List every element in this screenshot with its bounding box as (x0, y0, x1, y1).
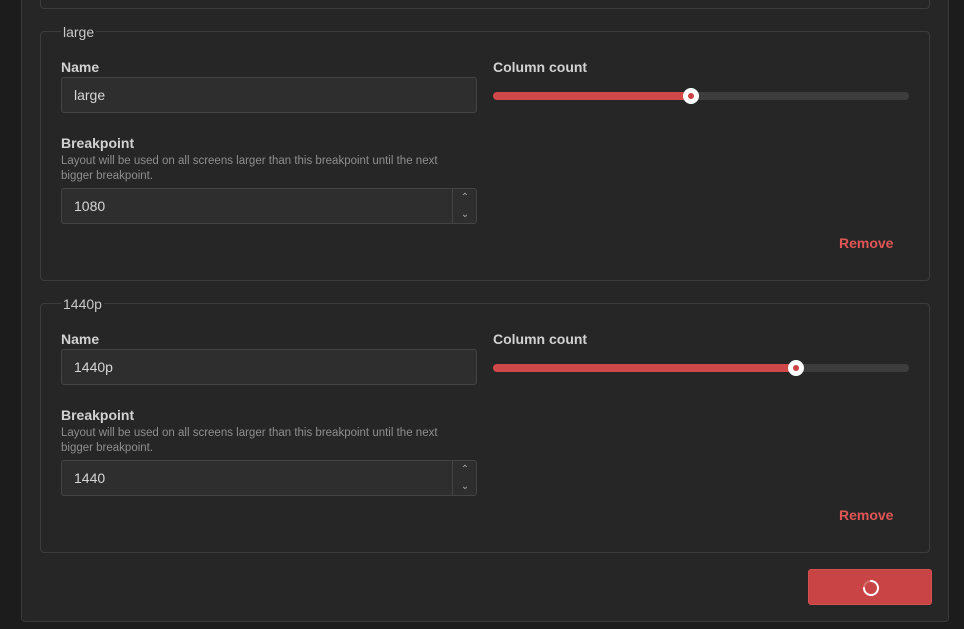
breakpoint-value: 1440 (74, 470, 106, 486)
remove-button[interactable]: Remove (839, 507, 893, 523)
previous-breakpoint-group (40, 0, 930, 9)
number-spinner: ⌃ ⌄ (452, 189, 476, 223)
name-label: Name (61, 331, 100, 347)
chevron-down-icon[interactable]: ⌄ (453, 478, 477, 495)
breakpoint-input[interactable]: 1440 ⌃ ⌄ (61, 460, 477, 496)
group-legend: large (61, 23, 97, 41)
chevron-down-icon[interactable]: ⌄ (453, 206, 477, 223)
column-count-slider[interactable] (493, 88, 909, 104)
breakpoint-group-1440p: 1440p Name 1440p Column count Breakpoint… (40, 295, 930, 553)
breakpoint-label: Breakpoint (61, 407, 135, 423)
breakpoint-value: 1080 (74, 198, 106, 214)
name-label: Name (61, 59, 100, 75)
remove-button[interactable]: Remove (839, 235, 893, 251)
name-input[interactable]: 1440p (61, 349, 477, 385)
loading-spinner-icon (863, 580, 879, 596)
number-spinner: ⌃ ⌄ (452, 461, 476, 495)
save-button[interactable] (808, 569, 932, 605)
column-count-label: Column count (493, 59, 588, 75)
column-count-label: Column count (493, 331, 588, 347)
breakpoint-label: Breakpoint (61, 135, 135, 151)
column-count-slider-thumb[interactable] (787, 360, 804, 376)
group-legend: 1440p (61, 295, 104, 313)
chevron-up-icon[interactable]: ⌃ (453, 461, 477, 478)
name-input[interactable]: large (61, 77, 477, 113)
column-count-slider[interactable] (493, 360, 909, 376)
column-count-slider-fill (493, 364, 796, 372)
breakpoint-help-text: Layout will be used on all screens large… (61, 427, 438, 454)
breakpoint-help-text: Layout will be used on all screens large… (61, 155, 438, 182)
breakpoint-input[interactable]: 1080 ⌃ ⌄ (61, 188, 477, 224)
column-count-slider-thumb[interactable] (683, 88, 700, 104)
column-count-slider-fill (493, 92, 692, 100)
breakpoint-group-large: large Name large Column count Breakpoint… (40, 23, 930, 281)
chevron-up-icon[interactable]: ⌃ (453, 189, 477, 206)
